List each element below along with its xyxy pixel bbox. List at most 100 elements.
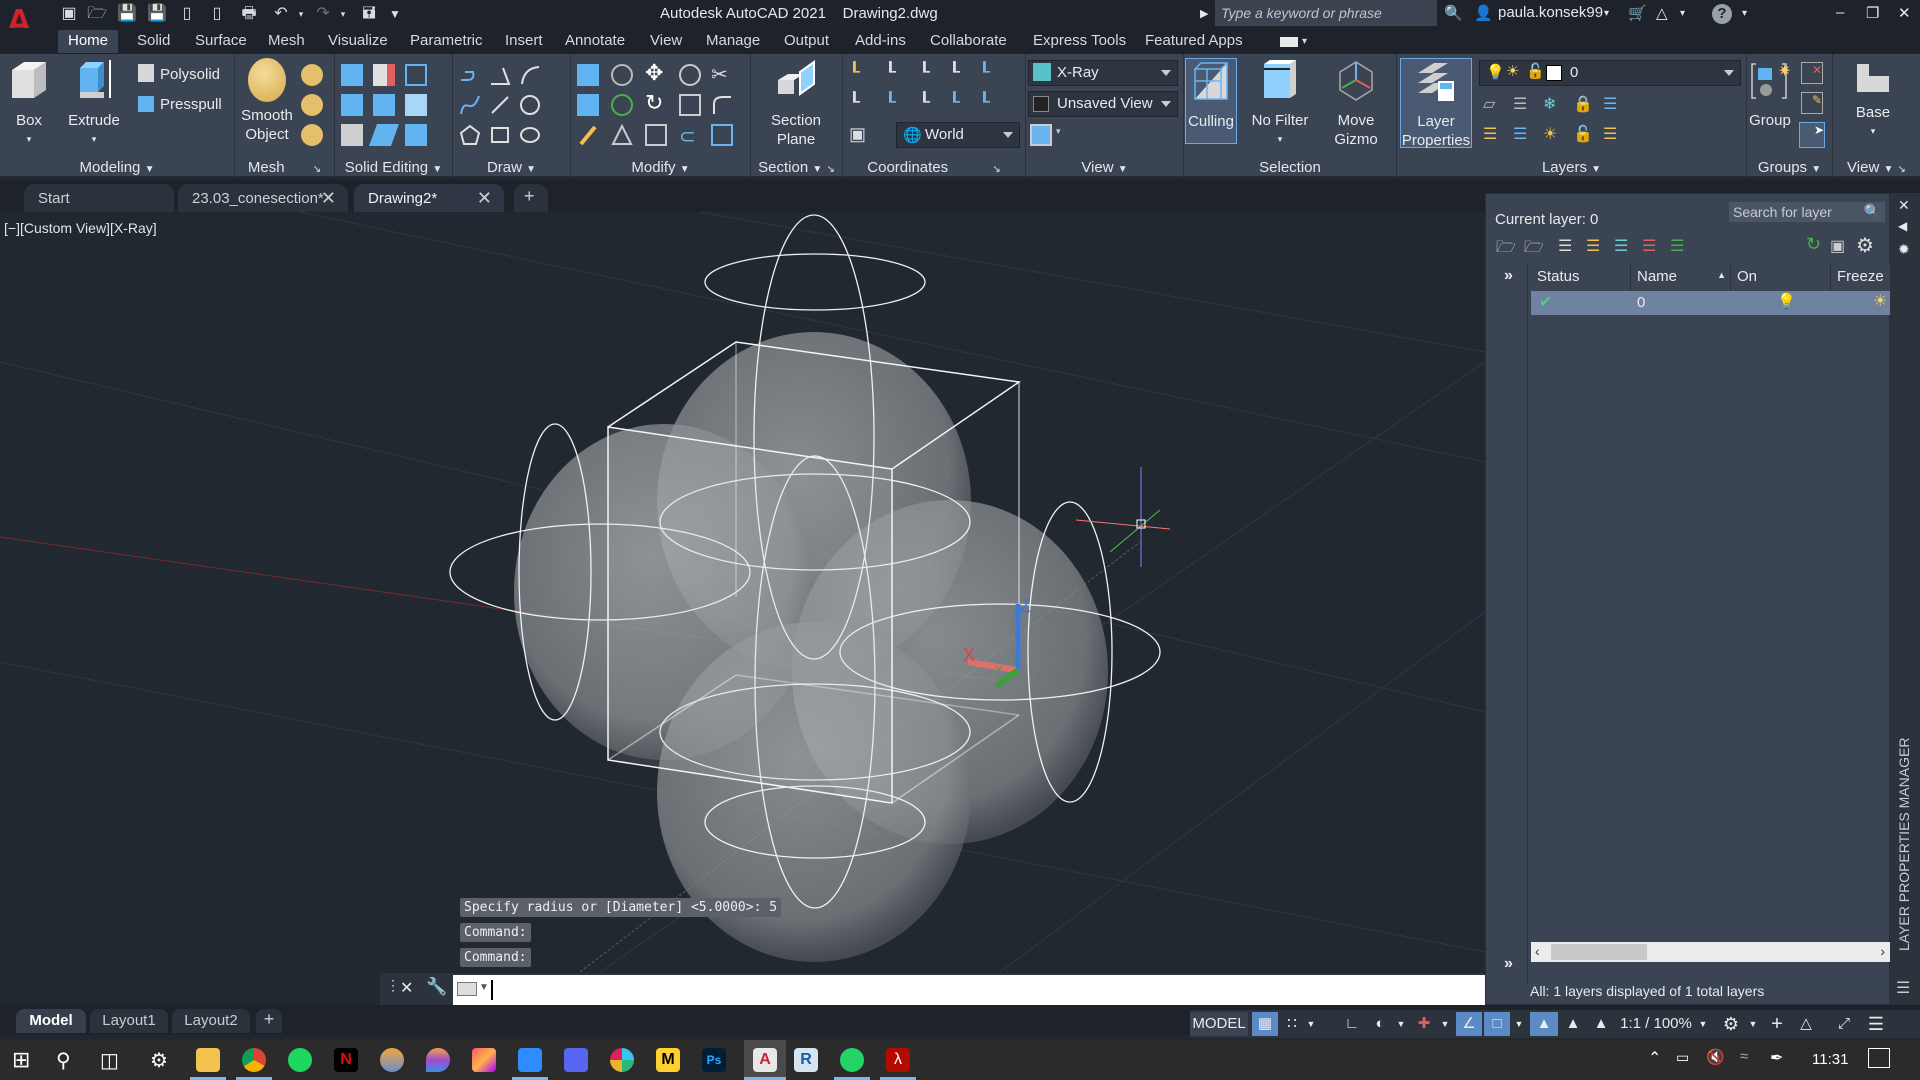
help-dropdown-icon[interactable]: ▾ [1742, 8, 1747, 19]
redo-dropdown-icon[interactable]: ▾ [332, 4, 354, 24]
ucs-named-icon[interactable]: ┖ [949, 62, 971, 84]
ribbon-tab-surface[interactable]: Surface [195, 32, 247, 49]
layer-dropdown[interactable]: 💡 ☀ 🔓 0 [1479, 60, 1741, 86]
ucs-object-icon[interactable]: ▣ [849, 124, 871, 146]
grid-toggle-icon[interactable]: ▦ [1252, 1012, 1278, 1036]
ribbon-tab-featured-apps[interactable]: Featured Apps [1145, 32, 1243, 49]
customize-qat-icon[interactable]: ▼ [384, 4, 406, 24]
ribbon-tab-output[interactable]: Output [784, 32, 829, 49]
column-header-name[interactable]: Name ▲ [1631, 263, 1731, 291]
ribbon-tab-insert[interactable]: Insert [505, 32, 543, 49]
ucs-3-icon[interactable]: ┖ [979, 92, 1001, 114]
discord-icon[interactable] [564, 1048, 588, 1072]
expand-filter-icon[interactable]: » [1504, 267, 1513, 285]
polar-dropdown-icon[interactable]: ▼ [1394, 1012, 1408, 1036]
close-command-line-icon[interactable]: ✕ [400, 978, 413, 998]
volume-muted-icon[interactable]: 🔇 [1706, 1048, 1725, 1066]
no-filter-dropdown-icon[interactable]: ▾ [1244, 130, 1316, 149]
3d-move-icon[interactable] [577, 94, 599, 116]
section-plane-button[interactable]: Section Plane [761, 58, 831, 149]
panel-title-view-base[interactable]: View ▼ ↘ [1833, 159, 1920, 176]
ucs-world-icon[interactable]: ┖ [979, 62, 1001, 84]
browser-app-icon[interactable] [380, 1048, 404, 1072]
layer-isolate-icon[interactable]: ☰ [1513, 94, 1535, 116]
trim-icon[interactable]: ✂ [711, 62, 733, 86]
stretch-icon[interactable] [679, 94, 701, 116]
scale-icon[interactable] [645, 124, 667, 146]
3d-rotate-icon[interactable] [611, 94, 633, 116]
photoshop-icon[interactable]: Ps [702, 1048, 726, 1072]
auto-scale-icon[interactable]: ▲ [1560, 1012, 1586, 1036]
panel-title-view[interactable]: View ▼ [1026, 159, 1183, 176]
polygon-icon[interactable] [459, 124, 481, 146]
named-view-dropdown[interactable]: Unsaved View [1028, 91, 1178, 117]
command-line-grip-icon[interactable]: ⋮ [386, 977, 400, 994]
recent-commands-dropdown-icon[interactable]: ▼ [479, 982, 489, 993]
spotify-icon[interactable] [288, 1048, 312, 1072]
search-icon[interactable]: 🔍 [1444, 4, 1463, 22]
customize-wrench-icon[interactable]: 🔧 [426, 977, 447, 997]
layer-search-input[interactable]: Search for layer 🔍 [1729, 202, 1885, 222]
panel-title-layers[interactable]: Layers ▼ [1397, 159, 1746, 176]
circle-icon[interactable] [519, 94, 541, 116]
zoom-icon[interactable] [518, 1048, 542, 1072]
arc-icon[interactable] [519, 64, 541, 86]
command-prompt-icon[interactable] [457, 982, 477, 996]
ucs-x-icon[interactable]: ┖ [849, 92, 871, 114]
user-account-button[interactable]: paula.konsek99 [1498, 4, 1603, 21]
panel-title-modify[interactable]: Modify ▼ [571, 159, 750, 176]
layer-settings-icon[interactable]: ▣ [1830, 236, 1850, 255]
search-icon[interactable]: ⚲ [56, 1048, 80, 1072]
scroll-right-icon[interactable]: › [1880, 943, 1885, 959]
group-button[interactable]: ✷ Group [1747, 58, 1793, 130]
make-current-icon[interactable]: ☰ [1603, 94, 1625, 116]
ucs-icon[interactable]: ┖ [849, 62, 871, 84]
rotate-icon[interactable]: ↻ [645, 92, 667, 114]
clock[interactable]: 11:31 [1812, 1051, 1848, 1068]
ribbon-tab-visualize[interactable]: Visualize [328, 32, 388, 49]
ucs-previous-icon[interactable]: ┖ [885, 92, 907, 114]
base-button[interactable]: Base ▾ [1843, 58, 1903, 141]
workspace-gear-icon[interactable]: ⚙ [1718, 1012, 1744, 1036]
isolate-objects-icon[interactable]: △ [1792, 1012, 1820, 1036]
close-tab-icon[interactable]: ✕ [321, 188, 336, 209]
layer-lock-icon[interactable]: 🔒 [1573, 94, 1595, 116]
battery-icon[interactable]: ▭ [1676, 1049, 1689, 1066]
gear-icon[interactable]: ⚙ [1856, 233, 1876, 257]
dialog-launcher-icon[interactable]: ↘ [1898, 164, 1906, 175]
ucs-z-icon[interactable]: ┖ [949, 92, 971, 114]
ribbon-tab-manage[interactable]: Manage [706, 32, 760, 49]
undo-icon[interactable]: ↶ [270, 4, 292, 24]
dialog-launcher-icon[interactable]: ↘ [992, 164, 1000, 175]
acrobat-icon[interactable]: λ [886, 1048, 910, 1072]
windows-start-icon[interactable]: ⊞ [12, 1048, 36, 1072]
column-header-status[interactable]: Status [1531, 263, 1631, 291]
show-hidden-icons-chevron[interactable]: ⌃ [1648, 1048, 1661, 1068]
layer-thaw-sun-icon[interactable]: ☀ [1873, 291, 1887, 311]
ribbon-tab-view[interactable]: View [650, 32, 682, 49]
layer-name[interactable]: 0 [1637, 294, 1645, 311]
interfere-icon[interactable] [341, 124, 363, 146]
dialog-launcher-icon[interactable]: ↘ [826, 164, 834, 175]
creative-cloud-icon[interactable] [472, 1048, 496, 1072]
refine-mesh-icon[interactable] [301, 124, 323, 146]
spline-icon[interactable] [459, 94, 481, 116]
miro-icon[interactable]: M [656, 1048, 680, 1072]
thicken-icon[interactable] [405, 124, 427, 146]
fillet-icon[interactable] [711, 94, 733, 116]
turn-all-layers-on-icon[interactable]: ☰ [1483, 124, 1505, 146]
ribbon-tab-add-ins[interactable]: Add-ins [855, 32, 906, 49]
plot-icon[interactable]: 🖶 [238, 4, 260, 24]
customize-menu-icon[interactable]: ☰ [1862, 1012, 1890, 1036]
unisolate-icon[interactable]: ☰ [1513, 124, 1535, 146]
new-icon[interactable]: ▣ [58, 4, 80, 24]
3d-scale-icon[interactable] [611, 124, 633, 146]
ortho-icon[interactable]: ∟ [1340, 1012, 1364, 1036]
ribbon-minimize-dropdown-icon[interactable]: ▾ [1302, 36, 1307, 47]
ucs-view-icon[interactable]: ┖ [885, 62, 907, 84]
separate-icon[interactable] [405, 94, 427, 116]
paint-app-icon[interactable] [426, 1048, 450, 1072]
new-layout-button[interactable]: + [256, 1009, 282, 1033]
group-selection-toggle-icon[interactable]: ➤ [1799, 122, 1825, 148]
polar-tracking-icon[interactable]: ◐ [1368, 1012, 1392, 1036]
